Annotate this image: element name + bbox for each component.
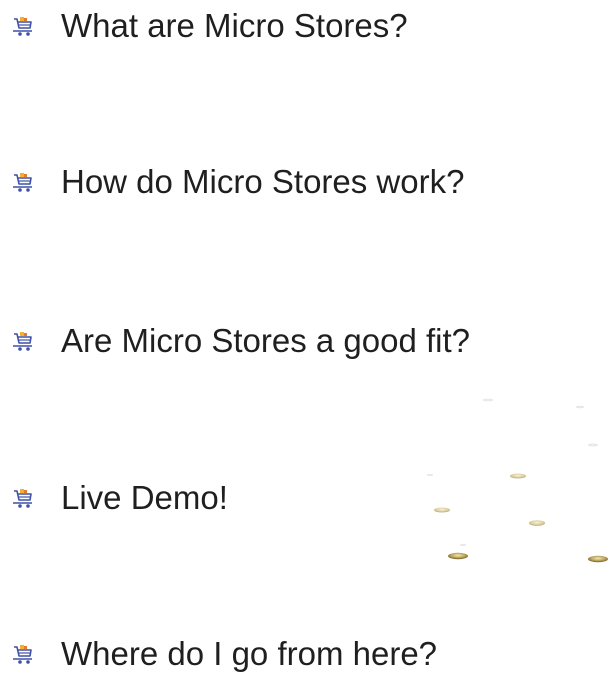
- bullet-text: Where do I go from here?: [61, 635, 438, 672]
- bullet-text: How do Micro Stores work?: [61, 163, 465, 200]
- bullet-item-live-demo: Live Demo!: [12, 478, 228, 518]
- scattered-coins-image: [400, 380, 613, 580]
- bullet-text: Live Demo!: [61, 479, 228, 516]
- shopping-cart-icon: [12, 487, 34, 509]
- shopping-cart-icon: [12, 330, 34, 352]
- bullet-text: Are Micro Stores a good fit?: [61, 322, 471, 359]
- bullet-list: What are Micro Stores? How do Micro Stor…: [0, 0, 613, 688]
- bullet-item-where-do-i-go-from-here: Where do I go from here?: [12, 634, 437, 674]
- slide: What are Micro Stores? How do Micro Stor…: [0, 0, 613, 688]
- shopping-cart-icon: [12, 643, 34, 665]
- shopping-cart-icon: [12, 171, 34, 193]
- bullet-item-what-are-micro-stores: What are Micro Stores?: [12, 6, 408, 46]
- bullet-text: What are Micro Stores?: [61, 7, 408, 44]
- shopping-cart-icon: [12, 15, 34, 37]
- bullet-item-how-do-micro-stores-work: How do Micro Stores work?: [12, 162, 464, 202]
- bullet-item-are-micro-stores-a-good-fit: Are Micro Stores a good fit?: [12, 321, 470, 361]
